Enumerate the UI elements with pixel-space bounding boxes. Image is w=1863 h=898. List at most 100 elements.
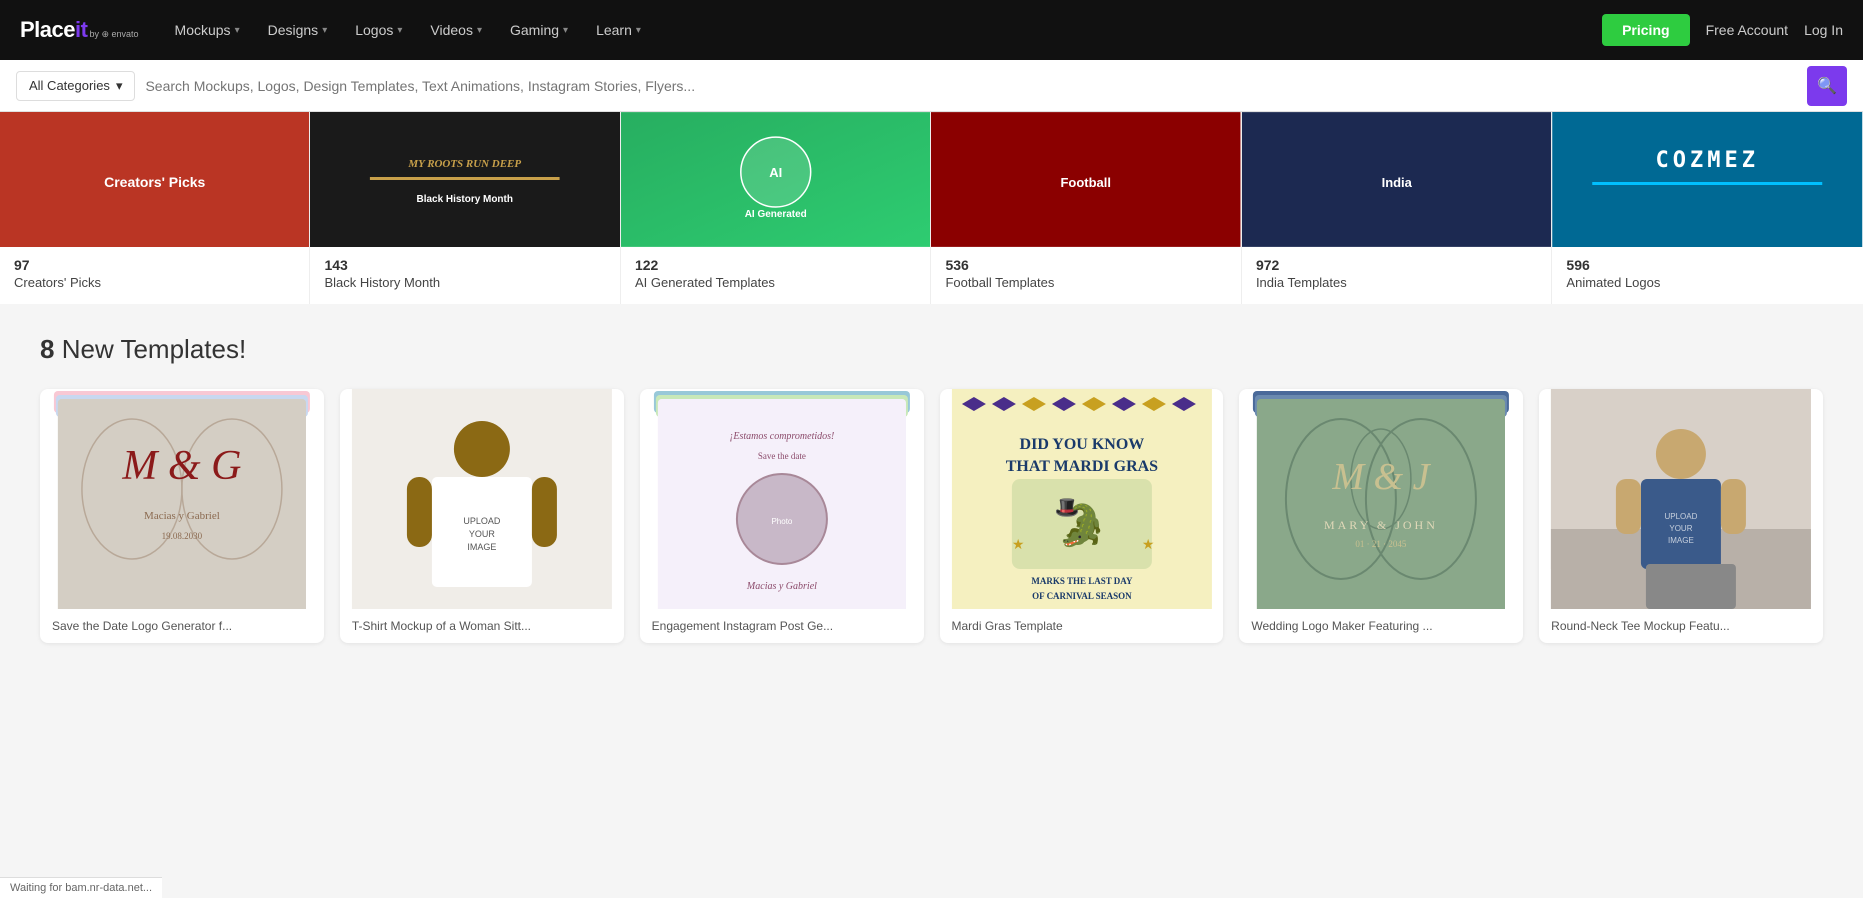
category-count: 972 bbox=[1256, 257, 1537, 273]
svg-text:★: ★ bbox=[1011, 536, 1024, 552]
template-card-tshirt-woman[interactable]: UPLOAD YOUR IMAGE T-Shirt Mockup of a Wo… bbox=[340, 389, 624, 643]
template-card-mardi-gras[interactable]: DID YOU KNOW THAT MARDI GRAS 🐊 🎩 ★ ★ MAR… bbox=[940, 389, 1224, 643]
category-info: 972 India Templates bbox=[1242, 247, 1551, 304]
category-image: MY ROOTS RUN DEEP Black History Month bbox=[310, 112, 619, 247]
svg-text:India: India bbox=[1382, 175, 1413, 190]
category-card-india[interactable]: India 972 India Templates bbox=[1242, 112, 1552, 304]
category-name: Black History Month bbox=[324, 275, 605, 290]
template-card-wedding-logo[interactable]: M & J MARY & JOHN 01 · 21 · 2045 Wedding… bbox=[1239, 389, 1523, 643]
svg-text:Save the date: Save the date bbox=[758, 451, 806, 461]
navbar: Placeit by ⊕ envato Mockups ▾ Designs ▾ … bbox=[0, 0, 1863, 60]
chevron-down-icon: ▾ bbox=[235, 25, 240, 36]
category-count: 97 bbox=[14, 257, 295, 273]
category-name: India Templates bbox=[1256, 275, 1537, 290]
category-info: 97 Creators' Picks bbox=[0, 247, 309, 304]
svg-text:IMAGE: IMAGE bbox=[1668, 536, 1694, 545]
category-card-creators-picks[interactable]: Creators' Picks 97 Creators' Picks bbox=[0, 112, 310, 304]
template-card-engagement[interactable]: ¡Estamos comprometidos! Save the date Ph… bbox=[640, 389, 924, 643]
category-info: 122 AI Generated Templates bbox=[621, 247, 930, 304]
template-label: Wedding Logo Maker Featuring ... bbox=[1239, 609, 1523, 643]
templates-grid: M & G Macias y Gabriel 19.08.2030 Save t… bbox=[40, 389, 1823, 643]
chevron-down-icon: ▾ bbox=[322, 25, 327, 36]
nav-designs[interactable]: Designs ▾ bbox=[256, 14, 340, 46]
category-image: COZMEZ bbox=[1552, 112, 1862, 247]
category-info: 536 Football Templates bbox=[931, 247, 1240, 304]
template-card-round-neck[interactable]: UPLOAD YOUR IMAGE Round-Neck Tee Mockup … bbox=[1539, 389, 1823, 643]
nav-gaming[interactable]: Gaming ▾ bbox=[498, 14, 580, 46]
category-image: India bbox=[1242, 112, 1551, 247]
status-bar: Waiting for bam.nr-data.net... bbox=[0, 877, 162, 898]
logo-sub: by ⊕ envato bbox=[89, 29, 138, 40]
chevron-down-icon: ▾ bbox=[116, 78, 123, 94]
category-info: 596 Animated Logos bbox=[1552, 247, 1862, 304]
svg-text:🎩: 🎩 bbox=[1054, 497, 1079, 519]
search-button[interactable]: 🔍 bbox=[1807, 66, 1847, 106]
category-card-football[interactable]: Football 536 Football Templates bbox=[931, 112, 1241, 304]
template-card-save-date[interactable]: M & G Macias y Gabriel 19.08.2030 Save t… bbox=[40, 389, 324, 643]
category-name: Animated Logos bbox=[1566, 275, 1848, 290]
template-label: Save the Date Logo Generator f... bbox=[40, 609, 324, 643]
nav-mockups[interactable]: Mockups ▾ bbox=[163, 14, 252, 46]
categories-section: Creators' Picks 97 Creators' Picks MY RO… bbox=[0, 112, 1863, 304]
status-text: Waiting for bam.nr-data.net... bbox=[10, 882, 152, 894]
chevron-down-icon: ▾ bbox=[477, 25, 482, 36]
svg-text:Black History Month: Black History Month bbox=[417, 194, 513, 205]
template-label: T-Shirt Mockup of a Woman Sitt... bbox=[340, 609, 624, 643]
template-image: M & J MARY & JOHN 01 · 21 · 2045 bbox=[1239, 389, 1523, 609]
svg-text:Photo: Photo bbox=[771, 517, 792, 526]
chevron-down-icon: ▾ bbox=[563, 25, 568, 36]
logo-text: Placeit bbox=[20, 17, 87, 43]
svg-text:AI Generated: AI Generated bbox=[745, 209, 807, 220]
svg-text:DID YOU KNOW: DID YOU KNOW bbox=[1019, 436, 1144, 453]
search-icon: 🔍 bbox=[1817, 76, 1837, 96]
svg-text:MARKS THE LAST DAY: MARKS THE LAST DAY bbox=[1031, 576, 1133, 586]
category-card-animated-logos[interactable]: COZMEZ 596 Animated Logos bbox=[1552, 112, 1862, 304]
svg-text:THAT MARDI GRAS: THAT MARDI GRAS bbox=[1005, 458, 1157, 475]
category-count: 122 bbox=[635, 257, 916, 273]
svg-text:YOUR: YOUR bbox=[469, 529, 496, 539]
login-button[interactable]: Log In bbox=[1804, 22, 1843, 38]
category-card-black-history[interactable]: MY ROOTS RUN DEEP Black History Month 14… bbox=[310, 112, 620, 304]
nav-videos[interactable]: Videos ▾ bbox=[418, 14, 494, 46]
template-image: UPLOAD YOUR IMAGE bbox=[340, 389, 624, 609]
category-image: Creators' Picks bbox=[0, 112, 309, 247]
template-label: Mardi Gras Template bbox=[940, 609, 1224, 643]
nav-learn[interactable]: Learn ▾ bbox=[584, 14, 653, 46]
svg-text:UPLOAD: UPLOAD bbox=[1665, 512, 1698, 521]
category-info: 143 Black History Month bbox=[310, 247, 619, 304]
category-count: 596 bbox=[1566, 257, 1848, 273]
svg-text:M & J: M & J bbox=[1332, 456, 1432, 498]
svg-text:IMAGE: IMAGE bbox=[467, 542, 496, 552]
category-image: AI AI Generated bbox=[621, 112, 930, 247]
free-account-button[interactable]: Free Account bbox=[1706, 22, 1789, 38]
nav-right: Pricing Free Account Log In bbox=[1602, 14, 1843, 46]
category-name: AI Generated Templates bbox=[635, 275, 916, 290]
chevron-down-icon: ▾ bbox=[397, 25, 402, 36]
search-input[interactable] bbox=[145, 78, 1807, 94]
logo[interactable]: Placeit by ⊕ envato bbox=[20, 17, 139, 43]
chevron-down-icon: ▾ bbox=[636, 25, 641, 36]
new-templates-section: 8 New Templates! M & G bbox=[0, 304, 1863, 673]
category-dropdown[interactable]: All Categories ▾ bbox=[16, 71, 135, 101]
svg-text:★: ★ bbox=[1141, 536, 1154, 552]
category-image: Football bbox=[931, 112, 1240, 247]
svg-text:YOUR: YOUR bbox=[1670, 524, 1693, 533]
svg-text:19.08.2030: 19.08.2030 bbox=[162, 531, 203, 541]
svg-text:COZMEZ: COZMEZ bbox=[1656, 148, 1759, 173]
template-image: M & G Macias y Gabriel 19.08.2030 bbox=[40, 389, 324, 609]
svg-text:Football: Football bbox=[1061, 175, 1111, 190]
svg-text:Macias y Gabriel: Macias y Gabriel bbox=[746, 581, 817, 592]
svg-text:Creators' Picks: Creators' Picks bbox=[104, 174, 205, 190]
svg-text:01 · 21 · 2045: 01 · 21 · 2045 bbox=[1356, 539, 1407, 549]
template-label: Engagement Instagram Post Ge... bbox=[640, 609, 924, 643]
category-card-ai-templates[interactable]: AI AI Generated 122 AI Generated Templat… bbox=[621, 112, 931, 304]
svg-text:MY ROOTS RUN DEEP: MY ROOTS RUN DEEP bbox=[408, 158, 522, 170]
template-image: UPLOAD YOUR IMAGE bbox=[1539, 389, 1823, 609]
template-label: Round-Neck Tee Mockup Featu... bbox=[1539, 609, 1823, 643]
category-count: 143 bbox=[324, 257, 605, 273]
template-image: ¡Estamos comprometidos! Save the date Ph… bbox=[640, 389, 924, 609]
svg-text:Macias y Gabriel: Macias y Gabriel bbox=[144, 510, 220, 522]
pricing-button[interactable]: Pricing bbox=[1602, 14, 1689, 46]
svg-text:OF CARNIVAL SEASON: OF CARNIVAL SEASON bbox=[1032, 591, 1132, 601]
nav-logos[interactable]: Logos ▾ bbox=[343, 14, 414, 46]
